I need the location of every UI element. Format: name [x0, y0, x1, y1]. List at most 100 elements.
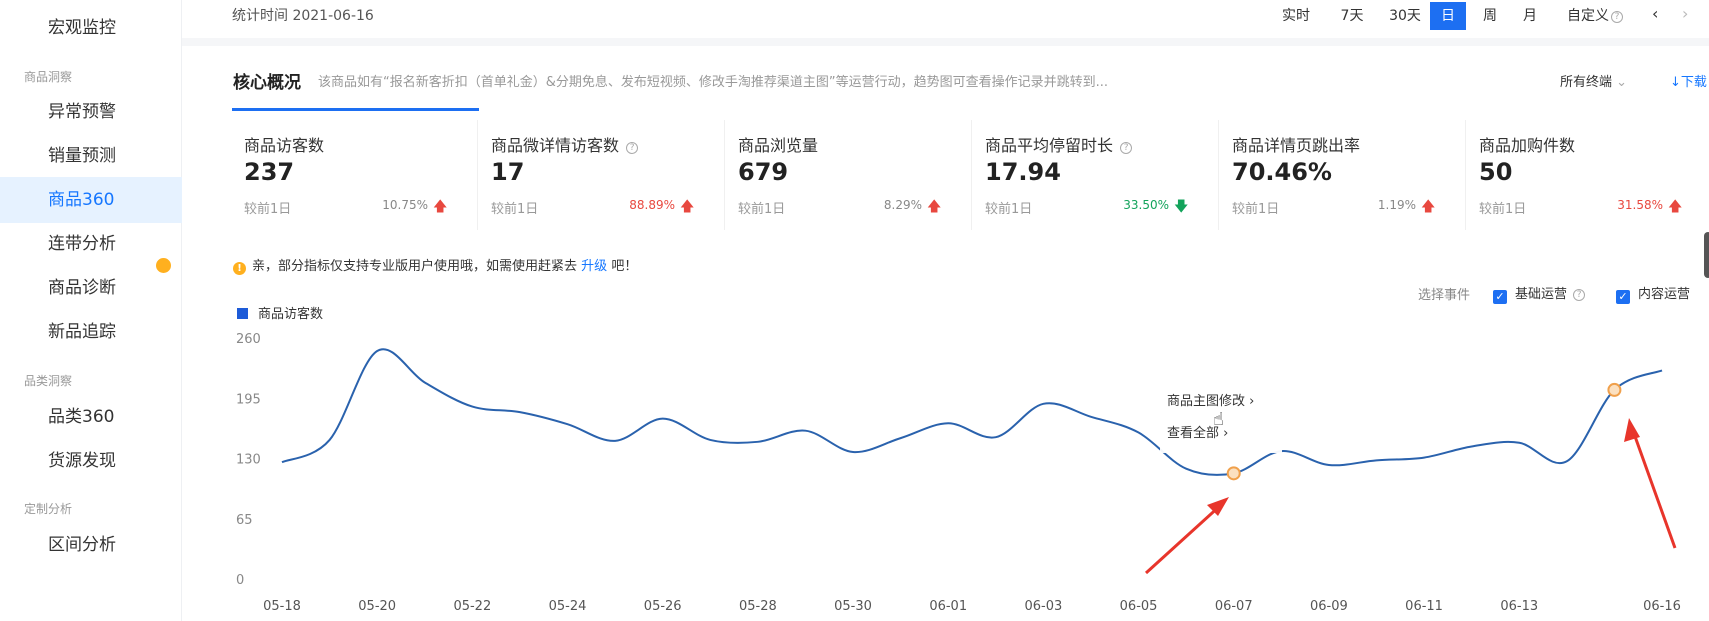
metric-compare-label: 较前1日: [491, 202, 539, 217]
x-tick-label: 05-20: [358, 599, 396, 614]
top-bar: 统计时间 2021-06-16 实时 7天 30天 日 周 月 自定义? ‹ ›: [182, 0, 1709, 32]
help-icon: ?: [1573, 289, 1586, 301]
active-tab-underline: [232, 108, 479, 111]
range-custom-label: 自定义: [1567, 8, 1609, 24]
sidebar-item-sales-forecast[interactable]: 销量预测: [0, 133, 182, 179]
sidebar-item-label: 连带分析: [48, 234, 116, 254]
sidebar-item-product-diagnosis[interactable]: 商品诊断: [0, 265, 182, 311]
x-tick-label: 05-28: [739, 599, 777, 614]
metric-value: 17.94: [985, 158, 1061, 186]
x-tick-label: 05-26: [644, 599, 682, 614]
x-tick-label: 06-03: [1024, 599, 1062, 614]
download-button[interactable]: ↓下载: [1670, 71, 1707, 90]
sidebar-item-macro-monitor[interactable]: 宏观监控: [0, 5, 182, 51]
metric-compare-label: 较前1日: [1479, 202, 1527, 217]
checkbox-checked-icon: ✓: [1616, 290, 1630, 304]
range-day[interactable]: 日: [1430, 2, 1466, 30]
help-icon: ?: [626, 142, 639, 154]
metric-compare-label: 较前1日: [244, 202, 292, 217]
x-tick-label: 06-01: [929, 599, 967, 614]
section-divider: [182, 38, 1709, 46]
event-marker[interactable]: [1607, 382, 1622, 397]
metric-card-micro-visitors[interactable]: 商品微详情访客数 ? 17 较前1日 88.89% 🡅: [480, 120, 720, 230]
range-month[interactable]: 月: [1512, 2, 1548, 30]
notice-text: 亲，部分指标仅支持专业版用户使用哦，如需使用赶紧去: [252, 259, 578, 274]
range-realtime[interactable]: 实时: [1272, 2, 1320, 30]
metric-divider: [1465, 120, 1466, 230]
sidebar-item-anomaly-alert[interactable]: 异常预警: [0, 89, 182, 135]
arrow-down-icon: 🡇: [1174, 199, 1189, 215]
warning-icon: !: [233, 262, 246, 275]
chevron-right-icon[interactable]: ›: [1682, 4, 1688, 23]
y-tick-label: 195: [236, 392, 261, 407]
metric-card-cart-adds[interactable]: 商品加购件数 50 较前1日 31.58% 🡅: [1468, 120, 1708, 230]
metric-change-pct: 88.89%: [629, 198, 675, 212]
metric-change-pct: 8.29%: [883, 198, 922, 212]
metric-change-pct: 31.58%: [1617, 198, 1663, 212]
metric-card-pageviews[interactable]: 商品浏览量 679 较前1日 8.29% 🡅: [727, 120, 967, 230]
x-tick-label: 06-11: [1405, 599, 1443, 614]
metric-label: 商品微详情访客数 ?: [491, 132, 639, 156]
sidebar-item-product-360[interactable]: 商品360: [0, 177, 182, 223]
metric-change-pct: 1.19%: [1377, 198, 1416, 212]
checkbox-label: 基础运营: [1515, 287, 1568, 302]
arrow-up-icon: 🡅: [1421, 199, 1436, 215]
metric-label: 商品平均停留时长 ?: [985, 132, 1133, 156]
metric-change-pct: 10.75%: [382, 198, 428, 212]
terminal-select[interactable]: 所有终端 ⌄: [1560, 71, 1627, 90]
metric-value: 17: [491, 158, 525, 186]
metric-card-avg-stay[interactable]: 商品平均停留时长 ? 17.94 较前1日 33.50% 🡇: [974, 120, 1214, 230]
metric-divider: [724, 120, 725, 230]
metric-label-text: 商品平均停留时长: [985, 136, 1114, 155]
scrollbar-thumb[interactable]: [1704, 232, 1709, 278]
sidebar-item-bundle-analysis[interactable]: 连带分析: [0, 221, 182, 267]
checkbox-basic-ops[interactable]: ✓ 基础运营 ?: [1493, 283, 1586, 304]
upgrade-link[interactable]: 升级: [581, 259, 607, 274]
metric-card-bounce-rate[interactable]: 商品详情页跳出率 70.46% 较前1日 1.19% 🡅: [1221, 120, 1461, 230]
x-tick-label: 05-24: [549, 599, 587, 614]
metric-card-visitors[interactable]: 商品访客数 237 较前1日 10.75% 🡅: [233, 120, 473, 230]
metric-label: 商品详情页跳出率: [1232, 136, 1361, 155]
metric-divider: [971, 120, 972, 230]
metric-label: 商品访客数: [244, 136, 325, 155]
x-tick-label: 05-30: [834, 599, 872, 614]
legend-swatch: [237, 308, 248, 319]
y-tick-label: 130: [236, 453, 261, 468]
chevron-down-icon: ⌄: [1616, 75, 1628, 90]
metric-value: 70.46%: [1232, 158, 1332, 186]
series-line-visitors[interactable]: [281, 348, 1663, 476]
arrow-up-icon: 🡅: [1668, 199, 1683, 215]
range-7days[interactable]: 7天: [1330, 2, 1374, 30]
arrow-up-icon: 🡅: [433, 199, 448, 215]
visitors-line-chart: 0 65 130 195 260 05-18 05-20 05-22 05-24 05-26 05-…: [236, 332, 1681, 614]
range-week[interactable]: 周: [1472, 2, 1508, 30]
sidebar-section-product: 商品洞察: [24, 70, 73, 84]
metric-change-pct: 33.50%: [1123, 198, 1169, 212]
checkbox-content-ops[interactable]: ✓ 内容运营: [1616, 283, 1690, 304]
terminal-select-label: 所有终端: [1560, 75, 1613, 90]
x-tick-label: 06-09: [1310, 599, 1348, 614]
upgrade-notice: ! 亲，部分指标仅支持专业版用户使用哦，如需使用赶紧去 升级 吧！: [233, 255, 637, 275]
x-tick-label: 05-18: [263, 599, 301, 614]
metric-compare-label: 较前1日: [1232, 202, 1280, 217]
chevron-left-icon[interactable]: ‹: [1652, 4, 1658, 23]
metric-label: 商品加购件数: [1479, 136, 1576, 155]
metric-label: 商品浏览量: [738, 136, 819, 155]
help-icon: ?: [1120, 142, 1133, 154]
y-tick-label: 65: [236, 513, 253, 528]
range-30days[interactable]: 30天: [1380, 2, 1430, 30]
events-label: 选择事件: [1418, 288, 1471, 303]
y-tick-label: 260: [236, 332, 261, 347]
stat-time: 统计时间 2021-06-16: [232, 8, 374, 24]
arrow-up-icon: 🡅: [927, 199, 942, 215]
metric-compare-label: 较前1日: [985, 202, 1033, 217]
popup-item-main-image-change[interactable]: 商品主图修改 ›: [1167, 390, 1254, 409]
help-icon: ?: [1611, 11, 1623, 23]
event-marker[interactable]: [1226, 466, 1241, 481]
x-tick-label: 05-22: [453, 599, 491, 614]
core-overview-description: 该商品如有“报名新客折扣（首单礼金）&分期免息、发布短视频、修改手淘推荐渠道主图…: [318, 75, 1109, 90]
y-tick-label: 0: [236, 573, 244, 588]
range-custom[interactable]: 自定义?: [1560, 2, 1630, 30]
hand-cursor-icon: ☝: [1213, 409, 1224, 430]
core-overview-title[interactable]: 核心概况: [233, 68, 301, 93]
